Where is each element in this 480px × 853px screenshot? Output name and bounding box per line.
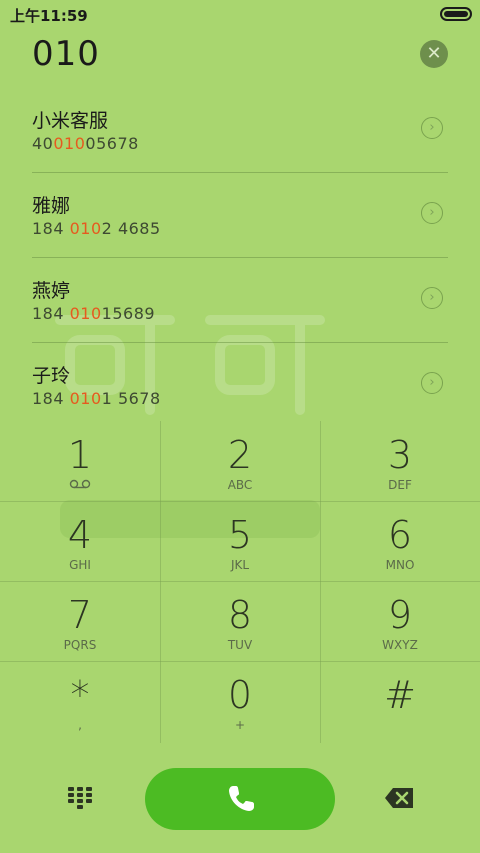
contact-number: 184 0101 5678 [32, 389, 161, 408]
key-5[interactable]: 5 JKL [160, 501, 320, 581]
key-star[interactable]: *, [0, 661, 160, 741]
dialed-number: 010 [32, 34, 100, 74]
clear-number-button[interactable]: ✕ [420, 40, 448, 68]
key-4[interactable]: 4 GHI [0, 501, 160, 581]
details-arrow-icon[interactable]: › [421, 117, 443, 139]
key-2[interactable]: 2 ABC [160, 421, 320, 501]
contact-number: 184 01015689 [32, 304, 156, 323]
phone-icon [229, 786, 254, 811]
key-8[interactable]: 8 TUV [160, 581, 320, 661]
result-row[interactable]: 小米客服 4001005678 › [0, 88, 480, 173]
call-button[interactable] [145, 768, 335, 830]
battery-icon [440, 7, 472, 21]
key-9[interactable]: 9 WXYZ [320, 581, 480, 661]
key-1[interactable]: 1 [0, 421, 160, 501]
key-6[interactable]: 6 MNO [320, 501, 480, 581]
result-row[interactable]: 子玲 184 0101 5678 › [0, 343, 480, 428]
close-icon: ✕ [426, 43, 442, 64]
status-time: 上午11:59 [10, 7, 88, 25]
contact-name: 小米客服 [32, 110, 109, 132]
details-arrow-icon[interactable]: › [421, 372, 443, 394]
result-row[interactable]: 雅娜 184 0102 4685 › [0, 173, 480, 258]
backspace-icon [385, 788, 413, 808]
key-7[interactable]: 7 PQRS [0, 581, 160, 661]
dial-keypad: 1 2 ABC 3 DEF 4 GHI 5 JKL 6 MNO 7 PQRS 8 TUV 9W… [0, 421, 480, 743]
match-highlight: 010 [69, 219, 102, 238]
contact-name: 子玲 [32, 365, 71, 387]
status-bar: 上午11:59 [0, 0, 480, 30]
dialpad-icon [68, 787, 92, 809]
dialpad-toggle-button[interactable] [66, 786, 94, 810]
key-hash[interactable]: # [320, 661, 480, 741]
result-row[interactable]: 燕婷 184 01015689 › [0, 258, 480, 343]
key-3[interactable]: 3 DEF [320, 421, 480, 501]
key-0[interactable]: 0 + [160, 661, 320, 741]
contact-name: 燕婷 [32, 280, 71, 302]
match-highlight: 010 [69, 304, 102, 323]
details-arrow-icon[interactable]: › [421, 202, 443, 224]
contact-name: 雅娜 [32, 195, 71, 217]
backspace-button[interactable] [383, 786, 415, 810]
voicemail-icon [0, 478, 160, 492]
details-arrow-icon[interactable]: › [421, 287, 443, 309]
bottom-action-bar [0, 743, 480, 853]
contact-number: 184 0102 4685 [32, 219, 161, 238]
match-highlight: 010 [69, 389, 102, 408]
contact-number: 4001005678 [32, 134, 139, 153]
search-results-list: 小米客服 4001005678 › 雅娜 184 0102 4685 › 燕婷 … [0, 88, 480, 428]
match-highlight: 010 [53, 134, 86, 153]
